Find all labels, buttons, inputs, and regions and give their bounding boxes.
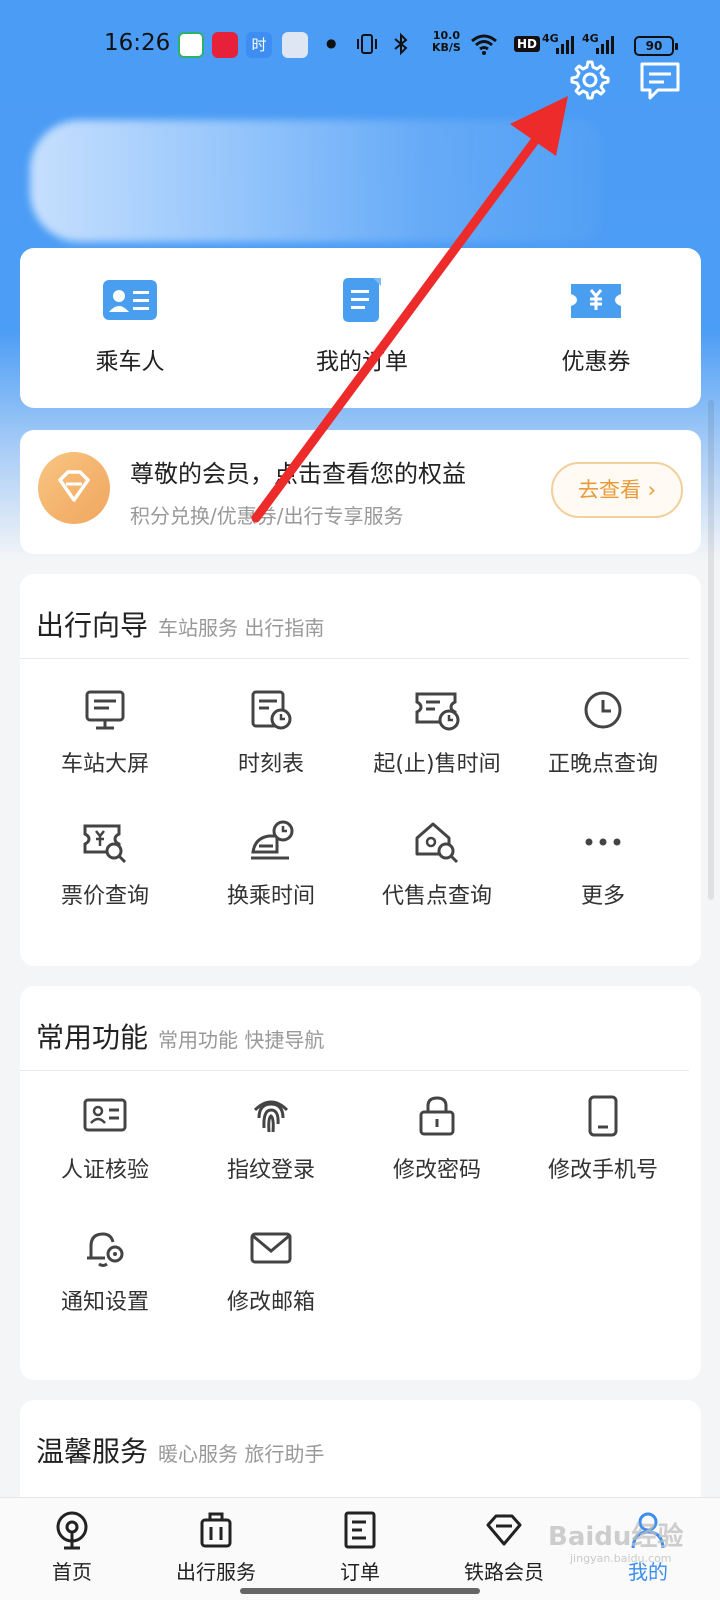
nav-orders[interactable]: 订单 xyxy=(288,1510,432,1585)
agency-search-icon xyxy=(415,822,459,864)
luggage-icon xyxy=(200,1512,232,1548)
transfer-train-icon xyxy=(251,820,294,860)
quick-actions-card: 乘车人 我的订单 优惠券 xyxy=(20,248,701,408)
grid-item-change-email[interactable]: 修改邮箱 xyxy=(186,1224,356,1316)
member-title: 尊敬的会员，点击查看您的权益 xyxy=(130,460,466,488)
grid-item-change-phone[interactable]: 修改手机号 xyxy=(518,1092,688,1184)
signal-icon xyxy=(596,36,614,54)
bluetooth-icon xyxy=(394,32,408,56)
app-notification-icon xyxy=(178,32,204,58)
nav-travel-services[interactable]: 出行服务 xyxy=(144,1510,288,1585)
lock-icon xyxy=(419,1096,455,1136)
member-badge xyxy=(38,452,110,524)
grid-item-notification-settings[interactable]: 通知设置 xyxy=(20,1224,190,1316)
dot-icon: ● xyxy=(326,36,337,50)
view-benefits-button[interactable]: 去查看 › xyxy=(551,462,683,518)
ticket-clock-icon xyxy=(415,692,460,731)
grid-item-transfer-time[interactable]: 换乘时间 xyxy=(186,818,356,910)
price-search-icon xyxy=(83,824,127,864)
status-time: 16:26 xyxy=(104,30,171,56)
order-icon xyxy=(344,1511,376,1549)
diamond-icon xyxy=(486,1514,522,1546)
more-icon xyxy=(585,838,621,846)
phone-icon xyxy=(588,1095,618,1137)
wifi-icon xyxy=(471,34,497,55)
quick-action-coupons[interactable]: 优惠券 xyxy=(506,276,686,376)
id-card-icon xyxy=(103,280,157,320)
grid-item-timetable[interactable]: 时刻表 xyxy=(186,686,356,778)
section-header: 温馨服务 暖心服务 旅行助手 xyxy=(36,1430,324,1470)
monitor-icon xyxy=(85,690,125,730)
id-verify-icon xyxy=(83,1098,127,1132)
grid-item-agency-query[interactable]: 代售点查询 xyxy=(352,818,522,910)
travel-guide-section: 出行向导 车站服务 出行指南 车站大屏 时刻表 起(止)售时间 正晚点查询 票价查… xyxy=(20,574,701,966)
common-functions-section: 常用功能 常用功能 快捷导航 人证核验 指纹登录 修改密码 修改手机号 通知设置 … xyxy=(20,986,701,1380)
quick-action-passengers[interactable]: 乘车人 xyxy=(40,276,220,376)
home-train-icon xyxy=(56,1511,88,1550)
section-subtitle: 暖心服务 旅行助手 xyxy=(158,1442,325,1466)
divider xyxy=(20,1070,689,1071)
section-title: 出行向导 xyxy=(36,609,149,642)
gear-icon[interactable] xyxy=(568,58,612,102)
coupon-icon xyxy=(571,284,621,318)
grid-item-price-query[interactable]: 票价查询 xyxy=(20,818,190,910)
grid-item-more[interactable]: 更多 xyxy=(518,818,688,910)
profile-info-blurred[interactable] xyxy=(30,120,600,242)
section-subtitle: 车站服务 出行指南 xyxy=(158,616,325,640)
member-subtitle: 积分兑换/优惠券/出行专享服务 xyxy=(130,504,404,528)
divider xyxy=(20,658,689,659)
signal-icon xyxy=(556,36,574,54)
section-header: 常用功能 常用功能 快捷导航 xyxy=(36,1016,324,1056)
watermark-logo: Baidu经验 xyxy=(548,1522,684,1552)
mail-icon xyxy=(250,1232,292,1264)
timetable-icon xyxy=(251,690,292,730)
app-notification-icon xyxy=(282,32,308,58)
app-notification-icon xyxy=(212,32,238,58)
section-title: 常用功能 xyxy=(36,1021,149,1054)
watermark-url: jingyan.baidu.com xyxy=(570,1552,672,1565)
hd-badge: HD xyxy=(514,36,541,52)
quick-action-my-orders[interactable]: 我的订单 xyxy=(272,276,452,376)
bell-gear-icon xyxy=(87,1232,124,1267)
section-subtitle: 常用功能 快捷导航 xyxy=(158,1028,325,1052)
clock-icon xyxy=(584,691,622,729)
grid-item-change-password[interactable]: 修改密码 xyxy=(352,1092,522,1184)
diamond-icon xyxy=(58,470,90,502)
scrollbar[interactable] xyxy=(708,400,714,900)
grid-item-delay-query[interactable]: 正晚点查询 xyxy=(518,686,688,778)
home-indicator[interactable] xyxy=(240,1588,480,1594)
section-header: 出行向导 车站服务 出行指南 xyxy=(36,604,324,644)
nav-home[interactable]: 首页 xyxy=(0,1510,144,1585)
message-icon[interactable] xyxy=(638,58,682,102)
battery-indicator: 90 xyxy=(634,36,678,56)
fingerprint-icon xyxy=(253,1100,289,1133)
membership-card[interactable]: 尊敬的会员，点击查看您的权益 积分兑换/优惠券/出行专享服务 去查看 › xyxy=(20,430,701,554)
app-notification-icon: 时 xyxy=(246,32,272,58)
network-speed: 10.0 KB/S xyxy=(432,29,461,54)
grid-item-fingerprint-login[interactable]: 指纹登录 xyxy=(186,1092,356,1184)
status-bar: 16:26 时 ● 10.0 KB/S HD 4G 4G 90 xyxy=(0,22,720,68)
grid-item-id-verification[interactable]: 人证核验 xyxy=(20,1092,190,1184)
vibrate-icon xyxy=(357,34,377,54)
grid-item-station-screen[interactable]: 车站大屏 xyxy=(20,686,190,778)
section-title: 温馨服务 xyxy=(36,1435,149,1468)
order-doc-icon xyxy=(343,278,381,322)
grid-item-sale-time[interactable]: 起(止)售时间 xyxy=(352,686,522,778)
